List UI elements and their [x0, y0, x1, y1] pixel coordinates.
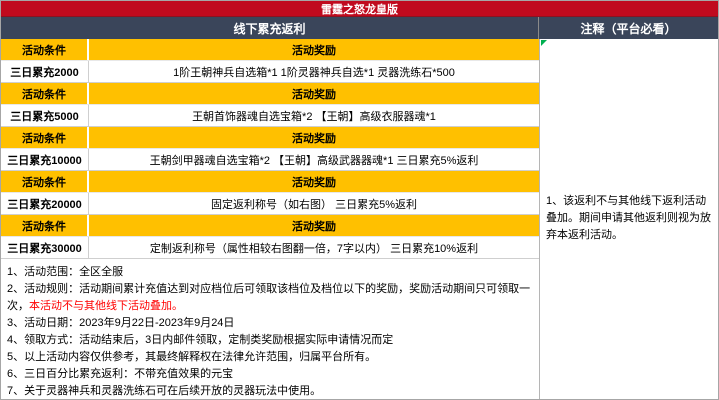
- rule-item: 4、领取方式：活动结束后，3日内邮件领取，定制类奖励根据实际申请情况而定: [7, 334, 394, 346]
- rule-item: 2、活动规则：活动期间累计充值达到对应档位后可领取该档位及档位以下的奖励，奖励活…: [7, 281, 533, 315]
- promo-sheet: 雷霆之怒龙皇版 线下累充返利 注释（平台必看） 活动条件 活动奖励 三日累充20…: [0, 0, 719, 400]
- rule-item: 5、以上活动内容仅供参考，其最终解释权在法律允许范围，归属平台所有。: [7, 351, 377, 363]
- condition-cell: 三日累充30000: [1, 237, 89, 258]
- table-row: 三日累充10000 王朝剑甲器魂自选宝箱*2 【王朝】高级武器器魂*1 三日累充…: [1, 149, 539, 171]
- reward-header: 活动奖励: [292, 88, 336, 101]
- reward-cell: 固定返利称号（如右图） 三日累充5%返利: [211, 198, 417, 211]
- rule-warning-text: 本活动不与其他线下活动叠加。: [29, 300, 183, 312]
- comment-corner-icon: [541, 40, 547, 46]
- table-header-row: 活动条件 活动奖励: [1, 171, 539, 193]
- table-row: 三日累充5000 王朝首饰器魂自选宝箱*2 【王朝】高级衣服器魂*1: [1, 105, 539, 127]
- condition-cell: 三日累充5000: [1, 105, 89, 126]
- condition-header: 活动条件: [1, 39, 89, 60]
- reward-header: 活动奖励: [292, 220, 336, 233]
- reward-cell: 定制返利称号（属性相较右图翻一倍，7字以内） 三日累充10%返利: [149, 242, 479, 255]
- rule-item: 7、关于灵器神兵和灵器洗练石可在后续开放的灵器玩法中使用。: [7, 385, 322, 397]
- reward-header: 活动奖励: [292, 44, 336, 57]
- condition-header: 活动条件: [1, 215, 89, 236]
- table-header-row: 活动条件 活动奖励: [1, 39, 539, 61]
- section-header-notes: 注释（平台必看）: [580, 21, 677, 36]
- reward-header: 活动奖励: [292, 176, 336, 189]
- condition-cell: 三日累充10000: [1, 149, 89, 170]
- section-header-row: 线下累充返利 注释（平台必看）: [1, 17, 718, 39]
- table-row: 三日累充2000 1阶王朝神兵自选箱*1 1阶灵器神兵自选*1 灵器洗练石*50…: [1, 61, 539, 83]
- rebate-table-column: 活动条件 活动奖励 三日累充2000 1阶王朝神兵自选箱*1 1阶灵器神兵自选*…: [1, 39, 539, 399]
- section-header-offline-rebate: 线下累充返利: [1, 17, 539, 39]
- rules-list: 1、活动范围：全区全服 2、活动规则：活动期间累计充值达到对应档位后可领取该档位…: [1, 259, 539, 399]
- condition-header: 活动条件: [1, 83, 89, 104]
- page-title: 雷霆之怒龙皇版: [1, 1, 718, 17]
- table-row: 三日累充30000 定制返利称号（属性相较右图翻一倍，7字以内） 三日累充10%…: [1, 237, 539, 259]
- table-header-row: 活动条件 活动奖励: [1, 127, 539, 149]
- table-header-row: 活动条件 活动奖励: [1, 83, 539, 105]
- condition-header: 活动条件: [1, 127, 89, 148]
- table-header-row: 活动条件 活动奖励: [1, 215, 539, 237]
- condition-cell: 三日累充2000: [1, 61, 89, 82]
- reward-cell: 王朝首饰器魂自选宝箱*2 【王朝】高级衣服器魂*1: [192, 110, 436, 123]
- annotation-text: 1、该返利不与其他线下返利活动叠加。期间申请其他返利则视为放弃本返利活动。: [546, 195, 711, 241]
- rule-item: 3、活动日期：2023年9月22日-2023年9月24日: [7, 317, 235, 329]
- annotation-panel: 1、该返利不与其他线下返利活动叠加。期间申请其他返利则视为放弃本返利活动。: [539, 39, 718, 399]
- content-area: 活动条件 活动奖励 三日累充2000 1阶王朝神兵自选箱*1 1阶灵器神兵自选*…: [1, 39, 718, 399]
- rule-item: 6、三日百分比累充返利：不带充值效果的元宝: [7, 368, 234, 380]
- rule-item: 1、活动范围：全区全服: [7, 266, 124, 278]
- reward-cell: 1阶王朝神兵自选箱*1 1阶灵器神兵自选*1 灵器洗练石*500: [173, 66, 455, 79]
- reward-header: 活动奖励: [292, 132, 336, 145]
- reward-cell: 王朝剑甲器魂自选宝箱*2 【王朝】高级武器器魂*1 三日累充5%返利: [149, 154, 479, 167]
- condition-cell: 三日累充20000: [1, 193, 89, 214]
- table-row: 三日累充20000 固定返利称号（如右图） 三日累充5%返利: [1, 193, 539, 215]
- condition-header: 活动条件: [1, 171, 89, 192]
